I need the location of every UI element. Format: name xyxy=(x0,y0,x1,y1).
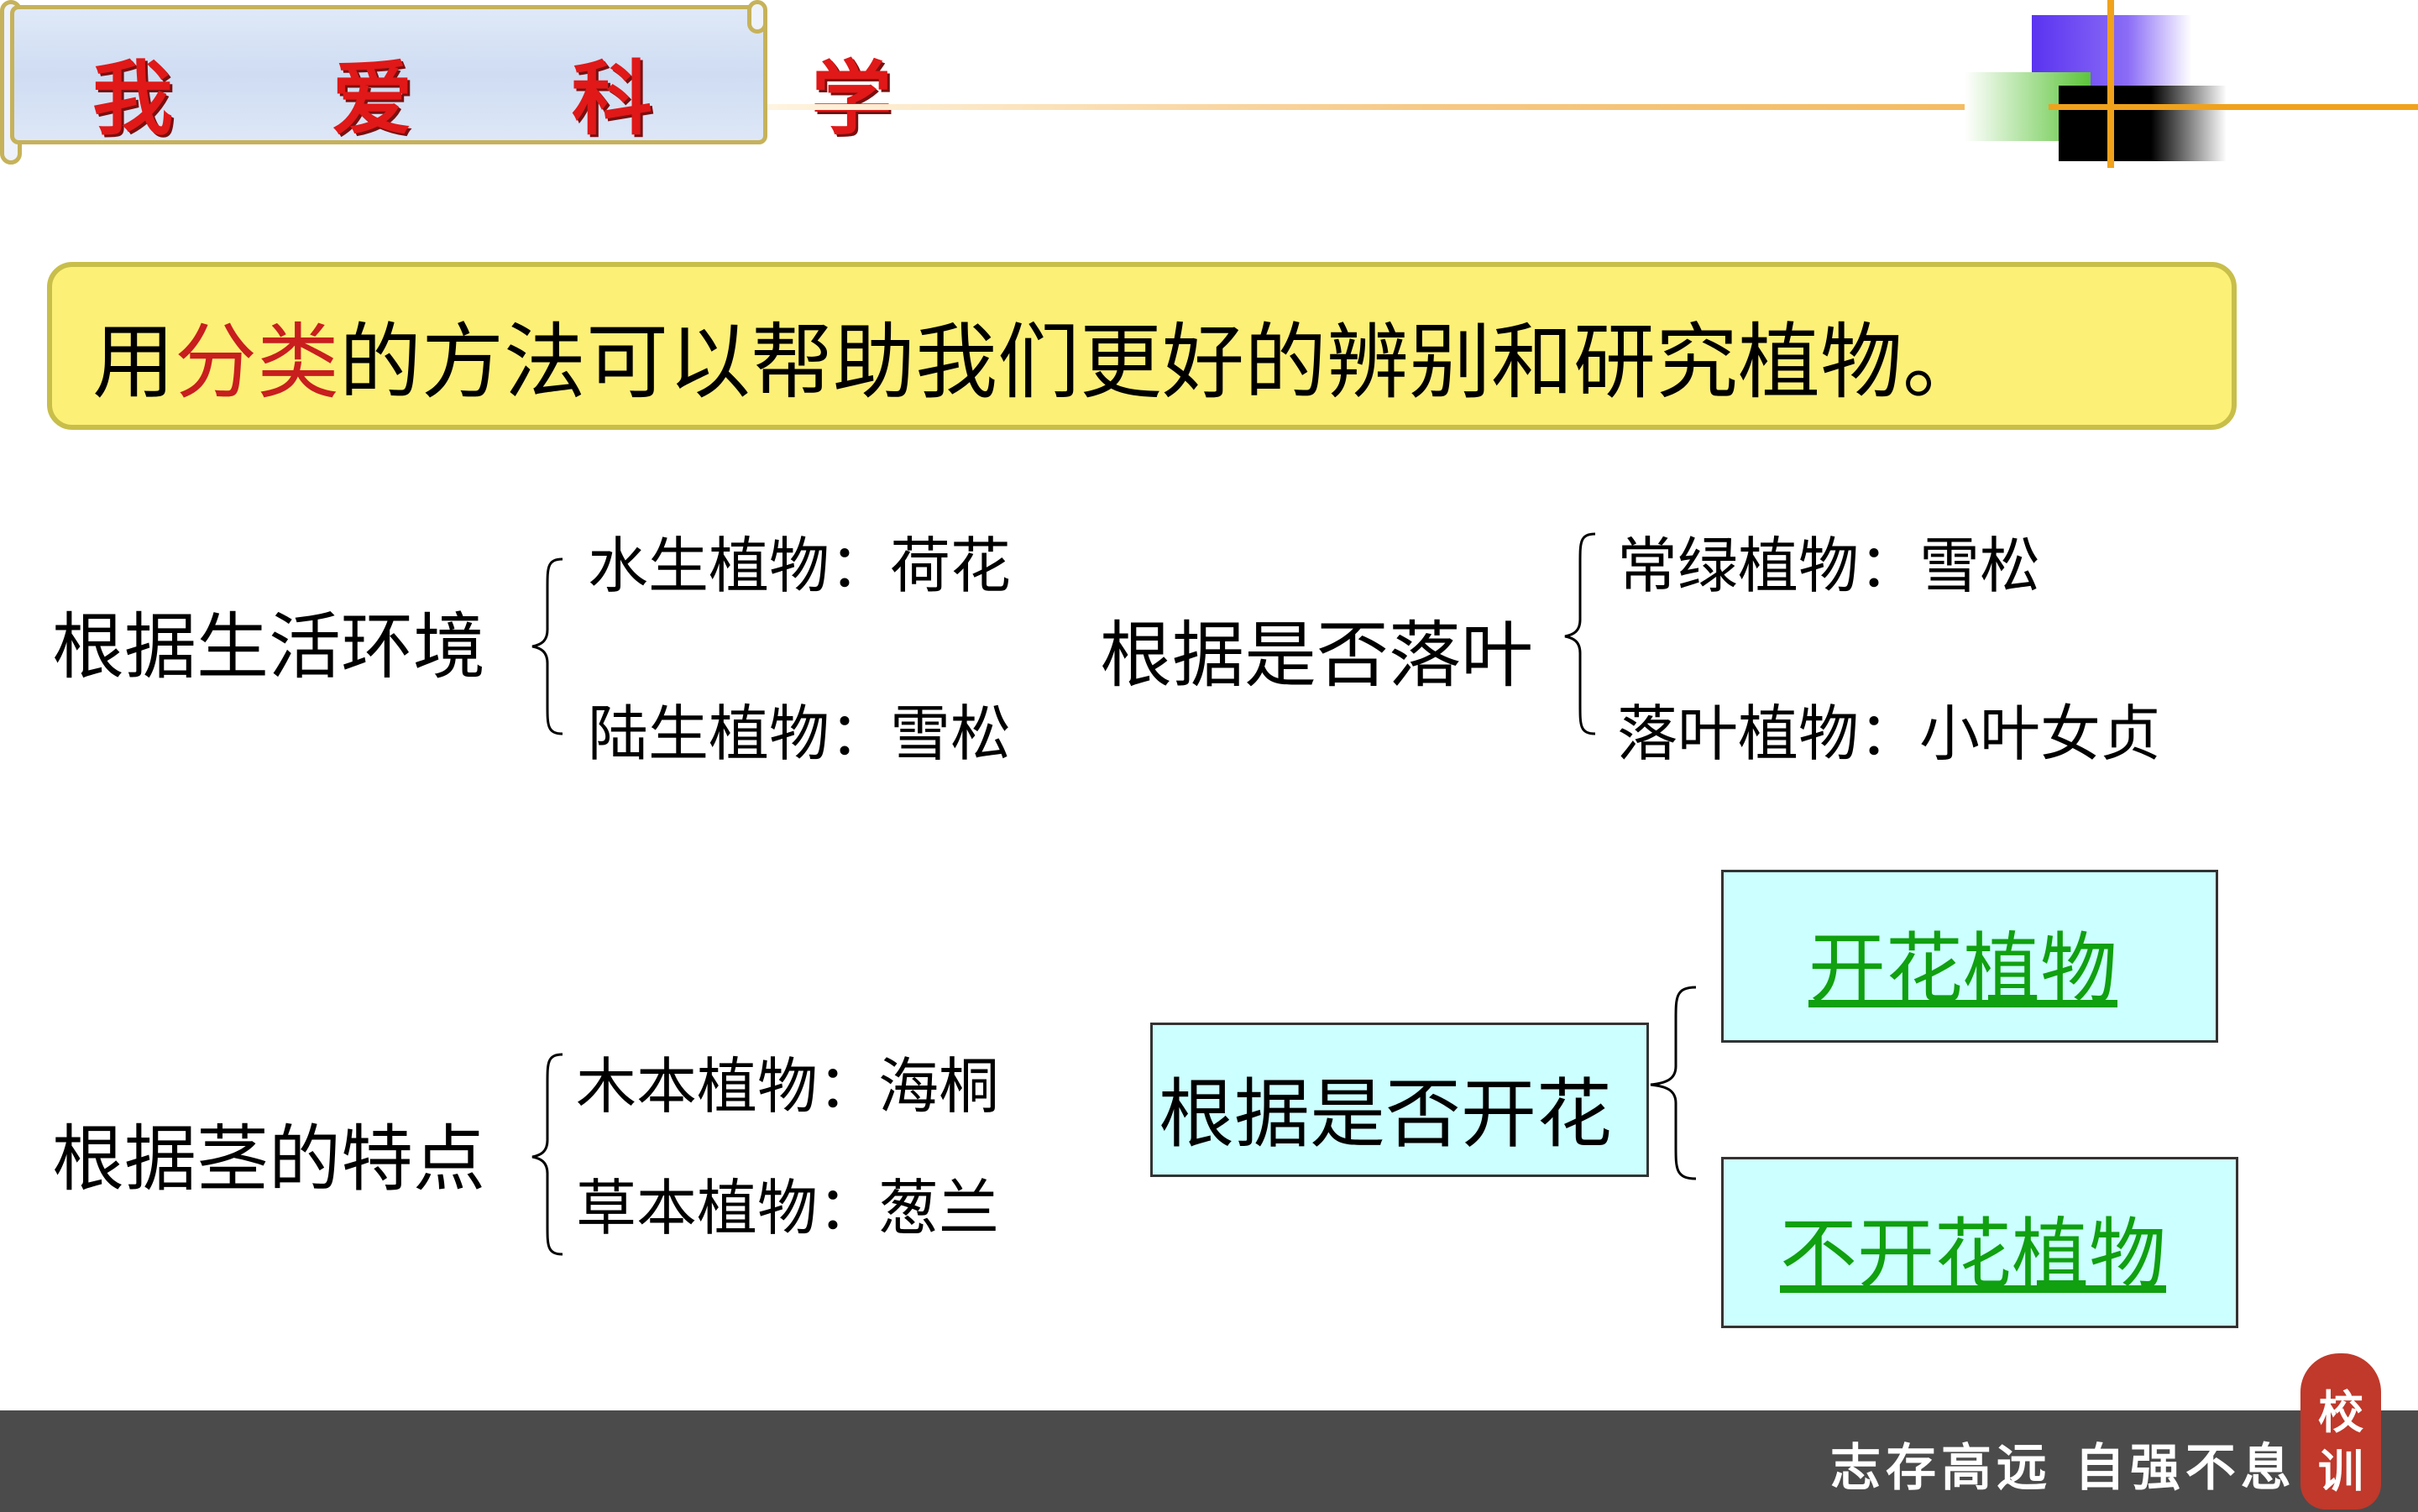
group-leaf-fall-label: 根据是否落叶 xyxy=(1100,614,1533,698)
group-flowering-label: 根据是否开花 xyxy=(1159,1070,1612,1159)
non-flowering-plants-link[interactable]: 不开花植物 xyxy=(1780,1192,2166,1304)
intro-suffix: 的方法可以帮助我们更好的辨别和研究植物。 xyxy=(339,315,1986,411)
scroll-roll-right xyxy=(747,0,767,34)
decorative-square-black xyxy=(2059,86,2227,161)
environment-item-terrestrial: 陆生植物：雪松 xyxy=(588,698,1012,769)
leaf-fall-item-evergreen: 常绿植物：雪松 xyxy=(1617,531,2041,601)
seal-label: 校训 xyxy=(2318,1386,2363,1498)
intro-text: 用分类的方法可以帮助我们更好的辨别和研究植物。 xyxy=(92,296,1985,415)
stem-item-woody: 木本植物：海桐 xyxy=(576,1051,1000,1122)
flowering-plants-link[interactable]: 开花植物 xyxy=(1808,907,2117,1018)
brace-flowering xyxy=(1650,986,1697,1180)
brace-leaf-fall xyxy=(1564,532,1596,735)
intro-prefix: 用 xyxy=(92,315,175,411)
environment-item-aquatic: 水生植物：荷花 xyxy=(588,531,1012,601)
decorative-line-horizontal xyxy=(2049,104,2418,110)
group-stem-label: 根据茎的特点 xyxy=(52,1117,485,1201)
intro-highlight: 分类 xyxy=(175,315,340,411)
school-motto: 志存高远 自强不息 xyxy=(1830,1439,2296,1498)
leaf-fall-item-deciduous: 落叶植物：小叶女贞 xyxy=(1617,698,2162,769)
brace-stem xyxy=(531,1053,563,1256)
brace-environment xyxy=(531,557,563,735)
page-title: 我 爱 科 学 xyxy=(92,51,958,146)
group-environment-label: 根据生活环境 xyxy=(52,605,485,689)
decorative-line-vertical xyxy=(2107,0,2114,168)
stem-item-herbaceous: 草本植物：葱兰 xyxy=(576,1173,1000,1243)
